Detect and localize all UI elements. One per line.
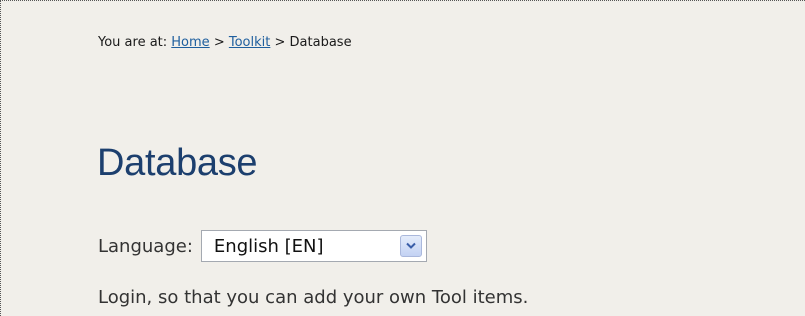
breadcrumb-separator: > bbox=[274, 35, 286, 50]
breadcrumb-link-home[interactable]: Home bbox=[171, 35, 209, 50]
language-row: Language: English [EN] bbox=[98, 229, 427, 263]
login-message: Login, so that you can add your own Tool… bbox=[98, 287, 529, 308]
content-frame: You are at: Home > Toolkit > Database Da… bbox=[0, 0, 805, 316]
breadcrumb: You are at: Home > Toolkit > Database bbox=[98, 35, 352, 50]
breadcrumb-separator: > bbox=[213, 35, 225, 50]
language-dropdown-button[interactable] bbox=[399, 235, 422, 257]
breadcrumb-prefix: You are at: bbox=[98, 35, 168, 50]
breadcrumb-current: Database bbox=[289, 35, 352, 50]
language-selected-value: English [EN] bbox=[213, 235, 324, 257]
chevron-down-icon bbox=[406, 242, 416, 249]
breadcrumb-link-toolkit[interactable]: Toolkit bbox=[229, 35, 271, 50]
language-label: Language: bbox=[98, 235, 193, 257]
language-select[interactable]: English [EN] bbox=[200, 230, 427, 262]
page-title: Database bbox=[97, 142, 258, 184]
